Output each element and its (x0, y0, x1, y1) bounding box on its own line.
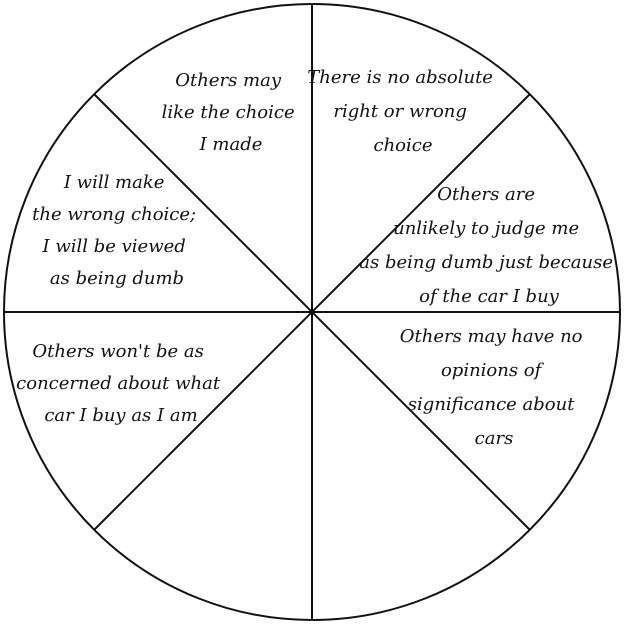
segment-label-left-lower: Others won't be as concerned about what … (16, 341, 226, 426)
pie-wheel-diagram: Others may like the choice I made There … (3, 3, 621, 621)
